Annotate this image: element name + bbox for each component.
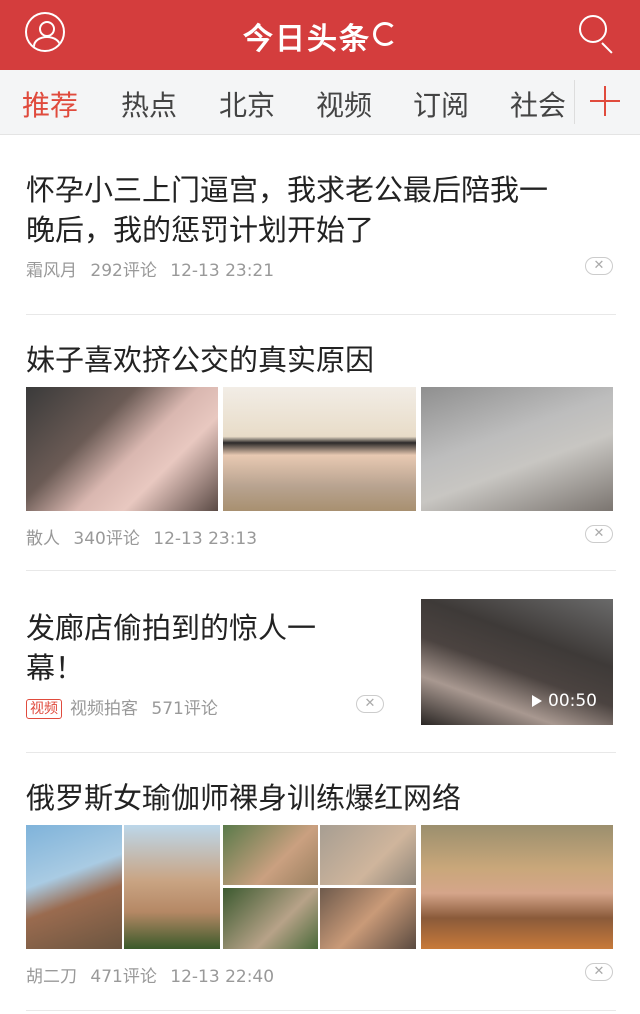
article-source: 视频拍客 [70,699,138,719]
article-time: 12-13 23:21 [170,261,275,281]
article-title-line: 怀孕小三上门逼宫，我求老公最后陪我一 [26,173,549,207]
video-thumbnail[interactable]: 00:50 [421,599,613,725]
article-source: 胡二刀 [26,967,77,987]
video-duration-text: 00:50 [548,691,597,711]
app-title: 今日头条 [0,14,640,58]
tab-hot[interactable]: 热点 [121,84,177,124]
article-meta: 霜风月 292评论 12-13 23:21 [26,256,282,281]
article-time: 12-13 23:13 [153,529,258,549]
article-comments: 471评论 [90,967,157,987]
top-bar: 今日头条 [0,0,640,70]
article-comments: 571评论 [151,699,218,719]
tab-beijing[interactable]: 北京 [219,84,275,124]
article-time: 12-13 22:40 [170,967,275,987]
article-image[interactable] [223,888,318,949]
video-duration: 00:50 [532,691,597,711]
article-image[interactable] [26,387,218,511]
tab-video[interactable]: 视频 [316,84,372,124]
close-icon[interactable]: ✕ [585,525,613,543]
article-title-line: 晚后，我的惩罚计划开始了 [26,213,375,247]
article-image[interactable] [124,825,220,949]
tab-divider [574,80,575,124]
plus-vertical [604,86,606,116]
article-title-line: 幕！ [26,651,85,685]
close-icon[interactable]: ✕ [356,695,384,713]
article-title-line: 发廊店偷拍到的惊人一 [26,611,317,645]
article-image[interactable] [421,387,613,511]
article-meta: 胡二刀 471评论 12-13 22:40 [26,962,282,987]
search-icon[interactable] [578,15,618,55]
feed-separator [26,752,616,753]
search-lens [579,15,607,43]
article-title: 妹子喜欢挤公交的真实原因 [26,343,375,377]
article-comments: 292评论 [90,261,157,281]
article-title: 怀孕小三上门逼宫，我求老公最后陪我一 晚后，我的惩罚计划开始了 [26,170,616,250]
feed-separator [26,1010,616,1011]
article-image[interactable] [223,825,318,885]
feed-separator [26,314,616,315]
article-image[interactable] [320,825,416,885]
tab-strip: 推荐 热点 北京 视频 订阅 社会 [0,70,574,134]
article-image[interactable] [421,825,613,949]
channel-tabs: 推荐 热点 北京 视频 订阅 社会 [0,70,640,135]
article-image[interactable] [223,387,416,511]
tab-subscribe[interactable]: 订阅 [413,84,469,124]
plus-icon[interactable] [590,84,622,118]
tab-recommend[interactable]: 推荐 [22,84,78,124]
refresh-icon[interactable] [373,22,397,46]
article-source: 霜风月 [26,261,77,281]
article-meta: 视频 视频拍客 571评论 [26,694,226,719]
search-handle [601,42,613,54]
article-source: 散人 [26,529,60,549]
article-image[interactable] [320,888,416,949]
app-title-text: 今日头条 [243,22,371,57]
close-icon[interactable]: ✕ [585,963,613,981]
play-icon [532,695,542,707]
close-icon[interactable]: ✕ [585,257,613,275]
video-badge: 视频 [26,699,62,719]
article-title: 发廊店偷拍到的惊人一 幕！ [26,608,386,688]
article-image[interactable] [26,825,122,949]
feed-separator [26,570,616,571]
tab-society[interactable]: 社会 [510,84,566,124]
article-meta: 散人 340评论 12-13 23:13 [26,524,265,549]
article-comments: 340评论 [73,529,140,549]
article-title: 俄罗斯女瑜伽师裸身训练爆红网络 [26,781,462,815]
